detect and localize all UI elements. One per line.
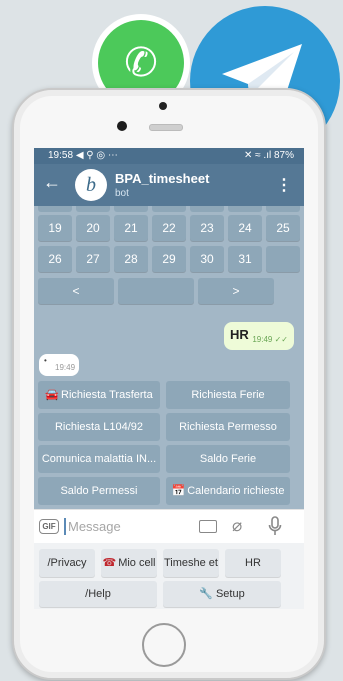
calendar-day[interactable]: 25 <box>266 215 300 241</box>
message-input-bar: GIF Message ⌀ <box>34 509 304 544</box>
reply-keyboard: /Privacy ☎ Mio cell Timeshe et HR /Help 🔧… <box>34 543 304 609</box>
incoming-message: • 19:49 <box>39 354 79 376</box>
calendar-row-cut <box>38 206 300 212</box>
button-label: Richiesta L104/92 <box>54 421 144 433</box>
inline-button-saldo-ferie[interactable]: Saldo Ferie <box>166 445 290 473</box>
reply-button-hr[interactable]: HR <box>225 549 281 577</box>
read-ticks-icon: ✓✓ <box>274 335 288 344</box>
button-label: /Help <box>85 588 111 600</box>
button-label: Richiesta Permesso <box>179 421 277 433</box>
calendar-day[interactable]: 24 <box>228 215 262 241</box>
button-label: Richiesta Trasferta <box>61 389 153 401</box>
outgoing-message: HR 19:49 ✓✓ <box>224 322 294 350</box>
button-label: Setup <box>215 588 245 600</box>
reply-button-setup[interactable]: 🔧 Setup <box>163 581 281 607</box>
button-label: Mio cell <box>118 557 156 569</box>
calendar-day[interactable]: 19 <box>38 215 72 241</box>
button-label: HR <box>245 557 261 569</box>
earpiece-speaker <box>149 124 183 131</box>
inline-button-richiesta-l104[interactable]: Richiesta L104/92 <box>38 413 160 441</box>
reply-button-privacy[interactable]: /Privacy <box>39 549 95 577</box>
message-time: 19:49 <box>55 363 76 372</box>
inline-button-saldo-permessi[interactable]: Saldo Permessi <box>38 477 160 505</box>
button-label: Richiesta Ferie <box>191 389 265 401</box>
inline-button-comunica-malattia[interactable]: Comunica malattia IN... <box>38 445 160 473</box>
chat-header: ← b BPA_timesheet bot ⋮ <box>34 164 304 206</box>
calendar-icon: 📅 <box>171 485 186 497</box>
phone-frame: 19:58 ◀ ⚲ ◎ ⋯ ✕ ≈ .ıl 87% ← b BPA_timesh… <box>12 88 326 680</box>
message-time: 19:49 <box>252 335 273 344</box>
calendar-day[interactable]: 26 <box>38 246 72 272</box>
calendar-day[interactable]: 21 <box>114 215 148 241</box>
inline-button-richiesta-ferie[interactable]: Richiesta Ferie <box>166 381 290 409</box>
calendar-day[interactable]: 28 <box>114 246 148 272</box>
car-icon: 🚘 <box>45 389 59 401</box>
chat-title[interactable]: BPA_timesheet <box>115 171 209 186</box>
microphone-icon[interactable] <box>268 516 282 536</box>
message-text: • <box>44 356 47 365</box>
chat-subtitle: bot <box>115 188 129 199</box>
inline-button-calendario-richieste[interactable]: 📅 Calendario richieste <box>166 477 290 505</box>
reply-button-mio-cell[interactable]: ☎ Mio cell <box>101 549 157 577</box>
bot-avatar[interactable]: b <box>75 169 107 201</box>
gif-sticker-button[interactable]: GIF <box>39 519 59 534</box>
reply-button-timesheet[interactable]: Timeshe et <box>163 549 219 577</box>
more-menu-icon[interactable]: ⋮ <box>276 175 292 195</box>
message-text: HR <box>230 327 249 342</box>
battery-percent: 87% <box>273 150 294 161</box>
calendar-day[interactable]: 27 <box>76 246 110 272</box>
telegram-screen: 19:58 ◀ ⚲ ◎ ⋯ ✕ ≈ .ıl 87% ← b BPA_timesh… <box>34 148 304 609</box>
calendar-prev-button[interactable]: < <box>38 278 114 304</box>
calendar-day[interactable]: 22 <box>152 215 186 241</box>
inline-button-richiesta-permesso[interactable]: Richiesta Permesso <box>166 413 290 441</box>
status-right-icons: ✕ ≈ .ıl <box>244 150 272 161</box>
button-label: Comunica malattia IN... <box>41 453 157 465</box>
calendar-day-empty[interactable] <box>266 246 300 272</box>
inline-button-richiesta-trasferta[interactable]: 🚘 Richiesta Trasferta <box>38 381 160 409</box>
front-camera <box>117 121 127 131</box>
calendar-day[interactable]: 30 <box>190 246 224 272</box>
wrench-icon: 🔧 <box>199 588 213 600</box>
telephone-icon: ☎ <box>102 557 117 569</box>
home-button[interactable] <box>142 623 186 667</box>
front-sensor <box>159 102 167 110</box>
button-label: Saldo Ferie <box>199 453 257 465</box>
calendar-day[interactable]: 31 <box>228 246 262 272</box>
status-bar: 19:58 ◀ ⚲ ◎ ⋯ ✕ ≈ .ıl 87% <box>34 148 304 164</box>
button-label: Timeshe et <box>163 557 218 569</box>
text-cursor <box>64 518 66 535</box>
button-label: Calendario richieste <box>187 485 285 497</box>
keyboard-icon[interactable] <box>199 520 217 533</box>
back-arrow-icon[interactable]: ← <box>42 172 62 193</box>
calendar-day[interactable]: 29 <box>152 246 186 272</box>
status-left-icons: ◀ ⚲ ◎ ⋯ <box>75 150 118 161</box>
message-input[interactable]: Message <box>68 519 121 534</box>
calendar-month-button[interactable] <box>118 278 194 304</box>
calendar-day[interactable]: 23 <box>190 215 224 241</box>
calendar-day[interactable]: 20 <box>76 215 110 241</box>
attach-paperclip-icon[interactable]: ⌀ <box>232 516 242 536</box>
button-label: /Privacy <box>47 557 87 569</box>
reply-button-help[interactable]: /Help <box>39 581 157 607</box>
calendar-next-button[interactable]: > <box>198 278 274 304</box>
button-label: Saldo Permessi <box>60 485 138 497</box>
status-time: 19:58 <box>48 150 74 161</box>
